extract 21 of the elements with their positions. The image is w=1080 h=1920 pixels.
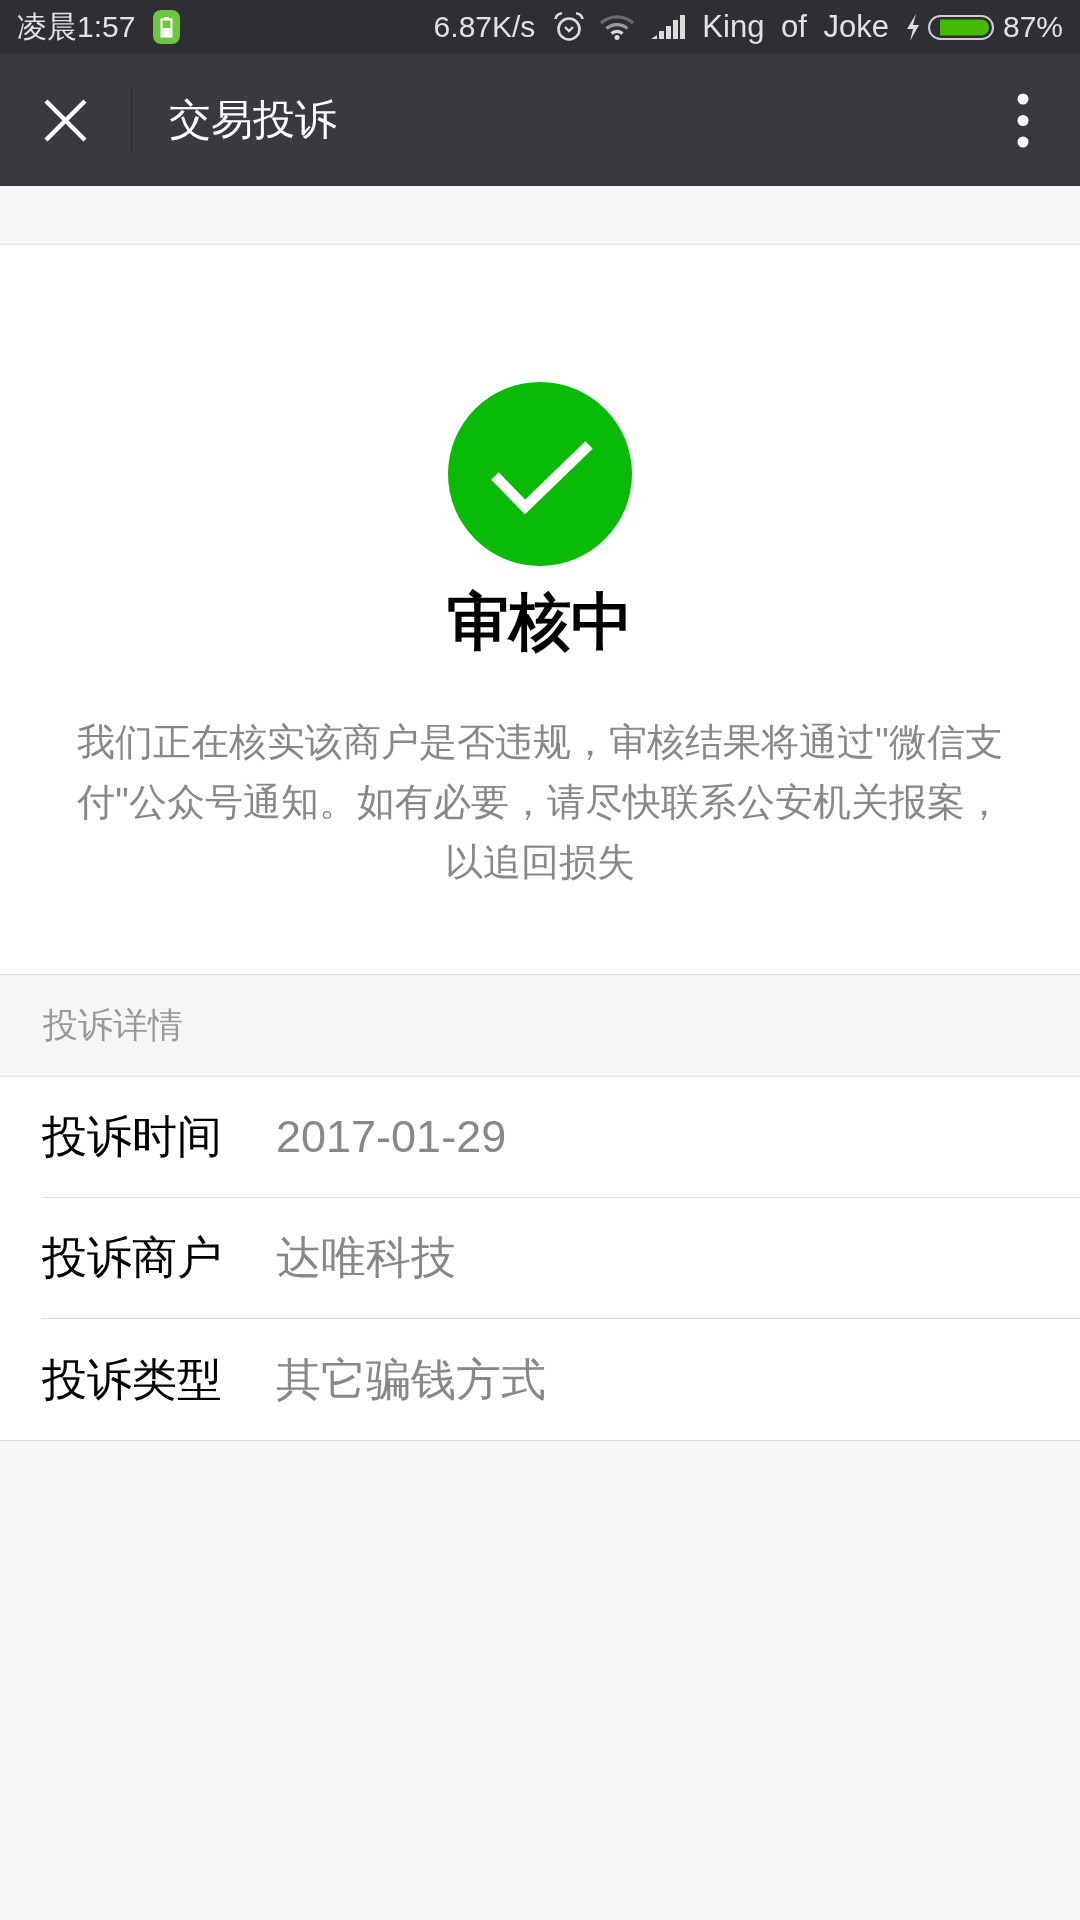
battery-app-icon xyxy=(153,10,181,44)
detail-label: 投诉商户 xyxy=(42,1231,223,1285)
signal-icon xyxy=(651,15,687,39)
wifi-icon xyxy=(599,14,636,40)
check-circle-icon xyxy=(448,382,632,566)
detail-label: 投诉类型 xyxy=(42,1352,223,1407)
status-description: 我们正在核实该商户是否违规，审核结果将通过"微信支付"公众号通知。如有必要，请尽快联系公安机关报案，以追回损失 xyxy=(76,720,1004,885)
status-time: 凌晨1:57 xyxy=(17,10,136,44)
alarm-clock-icon xyxy=(554,12,585,42)
battery-icon xyxy=(927,14,994,40)
detail-value: 其它骗钱方式 xyxy=(276,1352,546,1407)
detail-value: 达唯科技 xyxy=(276,1231,456,1285)
battery-percent: 87% xyxy=(1002,10,1063,44)
close-icon xyxy=(44,98,87,142)
carrier-name: King of Joke xyxy=(702,10,889,44)
page-title: 交易投诉 xyxy=(169,95,337,145)
more-icon xyxy=(1017,92,1029,148)
detail-label: 投诉时间 xyxy=(42,1110,223,1164)
status-title: 审核中 xyxy=(447,586,633,658)
detail-value: 2017-01-29 xyxy=(276,1110,507,1164)
network-speed: 6.87K/s xyxy=(433,10,536,44)
